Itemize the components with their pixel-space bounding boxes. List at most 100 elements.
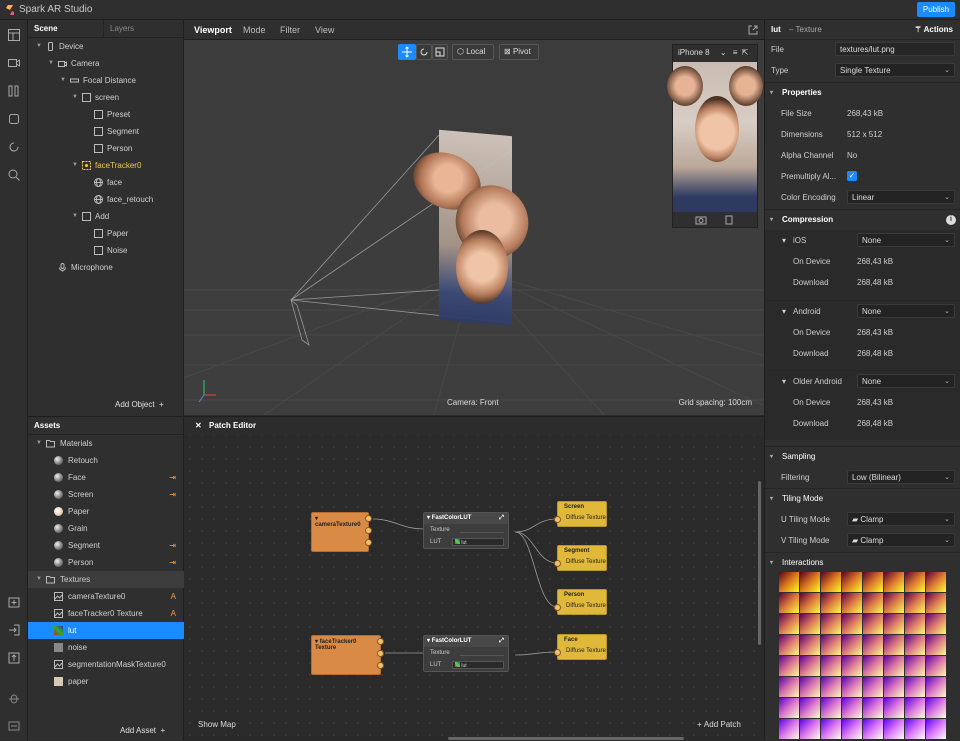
chevron-down-icon[interactable]: ▼ xyxy=(60,72,66,89)
chevron-down-icon[interactable]: ▾ xyxy=(782,301,786,322)
port-in[interactable] xyxy=(554,516,561,523)
port-out[interactable] xyxy=(365,527,372,534)
chevron-down-icon[interactable]: ▼ xyxy=(36,571,42,588)
local-toggle[interactable]: ⬡ Local xyxy=(452,44,494,60)
premultiply-checkbox[interactable]: ✓ xyxy=(847,171,857,181)
vertical-scrollbar[interactable] xyxy=(758,481,761,645)
tree-item-preset[interactable]: Preset xyxy=(28,106,184,123)
patch-editor[interactable]: ✕ Patch Editor ▾ cameraTexture0 ▾ FastCo… xyxy=(184,416,764,740)
folder-materials[interactable]: ▼ Materials xyxy=(28,435,184,452)
tab-viewport[interactable]: Viewport xyxy=(194,20,232,40)
port-out[interactable] xyxy=(365,539,372,546)
import-icon[interactable] xyxy=(7,595,21,609)
pivot-toggle[interactable]: ⊠ Pivot xyxy=(499,44,539,60)
ios-compression-dropdown[interactable]: None ⌄ xyxy=(857,233,955,247)
lut-dropdown[interactable]: lut xyxy=(452,538,504,546)
file-field[interactable]: textures/lut.png xyxy=(835,42,955,56)
port-in[interactable] xyxy=(554,560,561,567)
v-tiling-dropdown[interactable]: ▰ Clamp ⌄ xyxy=(847,533,955,547)
console-icon[interactable] xyxy=(7,719,21,733)
color-encoding-dropdown[interactable]: Linear ⌄ xyxy=(847,190,955,204)
add-patch-button[interactable]: + Add Patch xyxy=(697,720,741,729)
texture-item[interactable]: faceTracker0 Texture A xyxy=(28,605,184,622)
expand-icon[interactable]: ⤢ xyxy=(499,513,504,524)
tree-item-noise[interactable]: Noise xyxy=(28,242,184,259)
texture-slot[interactable] xyxy=(460,650,504,656)
texture-item[interactable]: noise xyxy=(28,639,184,656)
material-item[interactable]: Paper xyxy=(28,503,184,520)
screenshot-icon[interactable] xyxy=(695,215,707,225)
refresh-icon[interactable] xyxy=(7,140,21,154)
texture-item[interactable]: lut xyxy=(28,622,184,639)
tree-item-segment[interactable]: Segment xyxy=(28,123,184,140)
filtering-dropdown[interactable]: Low (Bilinear) ⌄ xyxy=(847,470,955,484)
tree-item-facetracker0[interactable]: ▼ faceTracker0 xyxy=(28,157,184,174)
port-out[interactable] xyxy=(377,662,384,669)
info-icon[interactable]: i xyxy=(946,215,956,225)
folder-textures[interactable]: ▼ Textures xyxy=(28,571,184,588)
texture-item[interactable]: segmentationMaskTexture0 xyxy=(28,656,184,673)
search-icon[interactable] xyxy=(7,168,21,182)
android-compression-dropdown[interactable]: None ⌄ xyxy=(857,304,955,318)
tree-item-screen[interactable]: ▼ screen xyxy=(28,89,184,106)
chevron-down-icon[interactable]: ▾ xyxy=(782,230,786,251)
rotate-tool-button[interactable] xyxy=(416,44,432,60)
rotate-device-icon[interactable] xyxy=(723,215,735,225)
menu-mode[interactable]: Mode xyxy=(243,20,266,40)
node-fastcolorlut-2[interactable]: ▾ FastColorLUT ⤢ Texture LUT lut xyxy=(423,635,509,672)
texture-slot[interactable] xyxy=(460,527,504,533)
node-facetracker-texture[interactable]: ▾ faceTracker0 Texture xyxy=(311,635,381,675)
tree-item-person[interactable]: Person xyxy=(28,140,184,157)
node-camera-texture[interactable]: ▾ cameraTexture0 xyxy=(311,512,369,552)
section-interactions[interactable]: ▾ Interactions xyxy=(765,552,960,572)
chevron-down-icon[interactable]: ▼ xyxy=(36,435,42,452)
tab-layers[interactable]: Layers xyxy=(104,20,140,37)
chevron-down-icon[interactable]: ▼ xyxy=(36,38,42,55)
viewport[interactable]: ⬡ Local ⊠ Pivot iPhone 8 ⌄ ≡ ⇱ Camera: F… xyxy=(184,40,764,415)
square-icon[interactable] xyxy=(7,112,21,126)
show-map-button[interactable]: Show Map xyxy=(198,720,236,729)
bug-icon[interactable] xyxy=(7,691,21,705)
chevron-down-icon[interactable]: ▼ xyxy=(72,157,78,174)
chevron-down-icon[interactable]: ▾ xyxy=(782,371,786,392)
node-segment[interactable]: Segment Diffuse Texture xyxy=(557,545,607,571)
device-selector[interactable]: iPhone 8 ⌄ ≡ ⇱ xyxy=(673,45,757,61)
material-item[interactable]: Retouch xyxy=(28,452,184,469)
section-sampling[interactable]: ▾ Sampling xyxy=(765,446,960,466)
chevron-down-icon[interactable]: ▼ xyxy=(72,208,78,225)
columns-icon[interactable] xyxy=(7,84,21,98)
tree-item-paper[interactable]: Paper xyxy=(28,225,184,242)
texture-item[interactable]: cameraTexture0 A xyxy=(28,588,184,605)
tab-scene[interactable]: Scene xyxy=(28,20,104,37)
tree-item-device[interactable]: ▼ Device xyxy=(28,38,184,55)
actions-button[interactable]: ⚚ Actions xyxy=(915,20,953,40)
expand-icon[interactable]: ⤢ xyxy=(499,636,504,647)
port-out[interactable] xyxy=(377,638,384,645)
u-tiling-dropdown[interactable]: ▰ Clamp ⌄ xyxy=(847,512,955,526)
add-asset-button[interactable]: Add Asset + xyxy=(120,726,165,735)
section-properties[interactable]: ▾ Properties xyxy=(765,82,960,102)
node-screen[interactable]: Screen Diffuse Texture xyxy=(557,501,607,527)
node-fastcolorlut-1[interactable]: ▾ FastColorLUT ⤢ Texture LUT lut xyxy=(423,512,509,549)
port-out[interactable] xyxy=(377,650,384,657)
port-in[interactable] xyxy=(554,604,561,611)
layout-icon[interactable] xyxy=(7,28,21,42)
node-person[interactable]: Person Diffuse Texture xyxy=(557,589,607,615)
lut-dropdown[interactable]: lut xyxy=(452,661,504,669)
tree-item-microphone[interactable]: Microphone xyxy=(28,259,184,276)
section-compression[interactable]: ▾ Compression i xyxy=(765,209,960,229)
tree-item-focal-distance[interactable]: ▼ Focal Distance xyxy=(28,72,184,89)
scale-tool-button[interactable] xyxy=(432,44,448,60)
material-item[interactable]: Person ⇥ xyxy=(28,554,184,571)
node-face[interactable]: Face Diffuse Texture xyxy=(557,634,607,660)
publish-button[interactable]: Publish xyxy=(917,2,955,17)
older-android-compression-dropdown[interactable]: None ⌄ xyxy=(857,374,955,388)
material-item[interactable]: Face ⇥ xyxy=(28,469,184,486)
add-object-button[interactable]: Add Object + xyxy=(115,400,164,409)
section-tiling-mode[interactable]: ▾ Tiling Mode xyxy=(765,488,960,508)
port-out[interactable] xyxy=(365,515,372,522)
port-in[interactable] xyxy=(554,649,561,656)
tree-item-camera[interactable]: ▼ Camera xyxy=(28,55,184,72)
popout-icon[interactable] xyxy=(748,25,758,35)
popout-icon[interactable]: ⇱ xyxy=(742,48,749,57)
